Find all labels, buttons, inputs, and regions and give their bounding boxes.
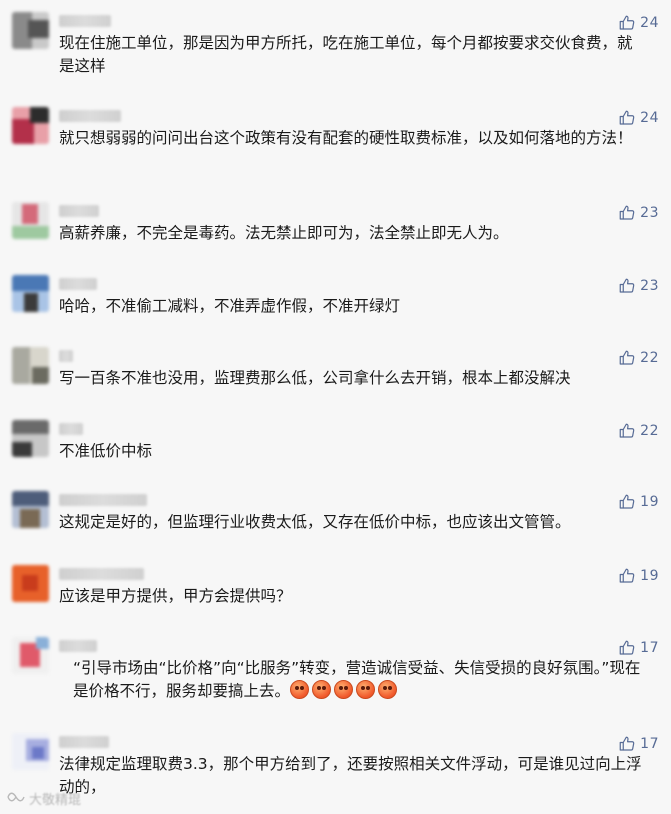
thumbs-up-icon <box>618 14 636 32</box>
like-button[interactable]: 24 <box>618 109 659 127</box>
thumbs-up-icon <box>618 493 636 511</box>
angry-face-icon <box>356 680 376 699</box>
like-count: 22 <box>640 350 659 366</box>
thumbs-up-icon <box>618 567 636 585</box>
comment-text: 高薪养廉，不完全是毒药。法无禁止即可为，法全禁止即无人为。 <box>59 224 509 242</box>
thumbs-up-icon <box>618 204 636 222</box>
thumbs-up-icon <box>618 735 636 753</box>
username-blurred[interactable] <box>59 15 111 27</box>
like-button[interactable]: 22 <box>618 349 659 367</box>
username-blurred[interactable] <box>59 278 97 290</box>
thumbs-up-icon <box>618 349 636 367</box>
like-button[interactable]: 24 <box>618 14 659 32</box>
like-button[interactable]: 17 <box>618 735 659 753</box>
comment-text: 法律规定监理取费3.3，那个甲方给到了，还要按照相关文件浮动，可是谁见过向上浮动… <box>59 755 642 796</box>
like-count: 24 <box>640 110 659 126</box>
username-blurred[interactable] <box>59 423 83 435</box>
thumbs-up-icon <box>618 422 636 440</box>
username-blurred[interactable] <box>59 640 97 652</box>
comment-text: 就只想弱弱的问问出台这个政策有没有配套的硬性取费标准，以及如何落地的方法！ <box>59 129 633 147</box>
like-count: 17 <box>640 640 659 656</box>
avatar[interactable] <box>12 637 49 674</box>
watermark: 大敬精琨 <box>7 789 81 808</box>
angry-face-icon <box>290 680 310 699</box>
username-blurred[interactable] <box>59 736 109 748</box>
like-count: 19 <box>640 494 659 510</box>
comment-text: 现在住施工单位，那是因为甲方所托，吃在施工单位，每个月都按要求交伙食费，就是这样 <box>59 34 633 75</box>
like-count: 22 <box>640 423 659 439</box>
avatar[interactable] <box>12 202 49 239</box>
username-blurred[interactable] <box>59 568 144 580</box>
like-count: 23 <box>640 278 659 294</box>
avatar[interactable] <box>12 12 49 49</box>
comment-text: 不准低价中标 <box>59 442 153 460</box>
thumbs-up-icon <box>618 639 636 657</box>
watermark-text: 大敬精琨 <box>29 793 82 808</box>
comment-text: 应该是甲方提供，甲方会提供吗？ <box>59 587 292 605</box>
thumbs-up-icon <box>618 277 636 295</box>
username-blurred[interactable] <box>59 205 99 217</box>
comment-text: “引导市场由“比价格”向“比服务”转变，营造诚信受益、失信受损的良好氛围。”现在… <box>59 657 644 703</box>
username-blurred[interactable] <box>59 350 73 362</box>
like-button[interactable]: 23 <box>618 277 659 295</box>
comment-text: 哈哈，不准偷工减料，不准弄虚作假，不准开绿灯 <box>59 297 401 315</box>
wechat-channel-icon <box>7 790 25 808</box>
like-count: 19 <box>640 568 659 584</box>
avatar[interactable] <box>12 275 49 312</box>
comment-text: 这规定是好的，但监理行业收费太低，又存在低价中标，也应该出文管管。 <box>59 513 571 531</box>
like-button[interactable]: 19 <box>618 493 659 511</box>
like-count: 17 <box>640 736 659 752</box>
angry-face-icon <box>378 680 398 699</box>
username-blurred[interactable] <box>59 494 147 506</box>
angry-face-icon <box>312 680 332 699</box>
avatar[interactable] <box>12 491 49 528</box>
like-button[interactable]: 22 <box>618 422 659 440</box>
avatar[interactable] <box>12 565 49 602</box>
like-button[interactable]: 19 <box>618 567 659 585</box>
avatar[interactable] <box>12 107 49 144</box>
like-button[interactable]: 17 <box>618 639 659 657</box>
like-count: 23 <box>640 205 659 221</box>
avatar[interactable] <box>12 420 49 457</box>
comment-text: 写一百条不准也没用，监理费那么低，公司拿什么去开销，根本上都没解决 <box>59 369 571 387</box>
like-button[interactable]: 23 <box>618 204 659 222</box>
angry-face-emoji-row <box>290 680 400 700</box>
avatar[interactable] <box>12 733 49 770</box>
like-count: 24 <box>640 15 659 31</box>
thumbs-up-icon <box>618 109 636 127</box>
angry-face-icon <box>334 680 354 699</box>
avatar[interactable] <box>12 347 49 384</box>
username-blurred[interactable] <box>59 110 121 122</box>
